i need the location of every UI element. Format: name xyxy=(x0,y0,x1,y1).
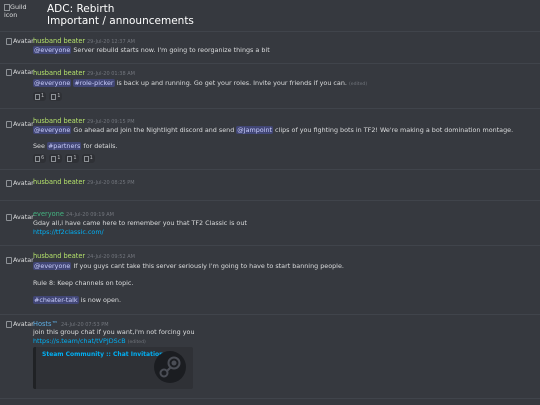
message-text: Go ahead and join the Nightlight discord… xyxy=(71,126,237,134)
message-divider xyxy=(0,63,540,64)
avatar-alt: Avatar xyxy=(13,37,34,45)
avatar-icon[interactable]: Avatar xyxy=(6,68,36,87)
channel-name: Important / announcements xyxy=(47,15,194,27)
message-divider xyxy=(0,245,540,246)
reaction-count: 6 xyxy=(41,155,45,162)
message-link[interactable]: https://s.team/chat/tVPJDScB xyxy=(33,337,126,345)
header-divider xyxy=(0,31,540,32)
avatar-alt: Avatar xyxy=(13,120,34,128)
reaction-emoji-icon xyxy=(35,93,40,100)
avatar-icon[interactable]: Avatar xyxy=(6,213,36,232)
reaction-count: 1 xyxy=(41,93,45,100)
timestamp: 24-Jul-20 09:19 AM xyxy=(66,212,114,218)
message-content: @everyone If you guys cant take this ser… xyxy=(33,262,344,271)
avatar-icon[interactable]: Avatar xyxy=(6,179,36,198)
mention[interactable]: @everyone xyxy=(33,79,72,87)
message-text: Server rebuild starts now. I'm going to … xyxy=(71,46,270,54)
message-content: Gday all,i have came here to remember yo… xyxy=(33,219,247,227)
avatar-icon[interactable]: Avatar xyxy=(6,120,36,139)
message-text: If you guys cant take this server seriou… xyxy=(71,262,344,270)
author-name[interactable]: husband beater xyxy=(33,252,85,261)
author-name[interactable]: husband beater xyxy=(33,178,85,187)
message-content: @everyone Server rebuild starts now. I'm… xyxy=(33,46,270,55)
author-name[interactable]: husband beater xyxy=(33,37,85,46)
message-content: join this group chat if you want,i'm not… xyxy=(33,328,195,336)
timestamp: 24-Jul-20 09:52 AM xyxy=(87,254,135,260)
author-name[interactable]: husband beater xyxy=(33,117,85,126)
timestamp: 29-Jul-20 01:38 AM xyxy=(87,71,135,77)
avatar-alt: Avatar xyxy=(13,213,34,221)
timestamp: 29-Jul-20 12:37 AM xyxy=(87,39,135,45)
guild-icon[interactable]: Guild icon xyxy=(4,3,38,24)
reaction-emoji-icon xyxy=(83,155,89,162)
reaction-count: 1 xyxy=(89,155,93,162)
message-content: https://s.team/chat/tVPJDScB (edited) xyxy=(33,337,146,346)
steam-logo-icon xyxy=(154,351,186,383)
author-name[interactable]: everyone xyxy=(33,210,64,219)
avatar-alt: Avatar xyxy=(13,179,34,187)
reaction-emoji-icon xyxy=(51,93,57,100)
avatar-icon[interactable]: Avatar xyxy=(6,37,36,56)
reaction[interactable]: 1 xyxy=(33,92,47,101)
avatar-icon[interactable]: Avatar xyxy=(6,256,36,275)
reactions: 6 1 1 1 xyxy=(33,154,95,163)
message-divider xyxy=(0,108,540,109)
user-mention[interactable]: @Jampoint xyxy=(236,126,274,134)
channel-mention[interactable]: #partners xyxy=(46,142,82,150)
message-divider xyxy=(0,398,540,399)
timestamp: 29-Jul-20 09:15 PM xyxy=(87,119,135,125)
reaction-count: 1 xyxy=(57,93,61,100)
reaction[interactable]: 1 xyxy=(81,154,95,163)
channel-mention[interactable]: #cheater-talk xyxy=(33,296,79,304)
reaction-emoji-icon xyxy=(51,155,57,162)
message-divider xyxy=(0,200,540,201)
message-text: is back up and running. Go get your role… xyxy=(114,79,347,87)
message-content: #cheater-talk is now open. xyxy=(33,296,121,305)
edited-label: (edited) xyxy=(127,340,146,345)
edited-label: (edited) xyxy=(348,82,368,87)
message-text: is now open. xyxy=(78,296,122,304)
message-text: See xyxy=(33,142,47,150)
reaction[interactable]: 1 xyxy=(49,154,63,163)
avatar-alt: Avatar xyxy=(13,68,34,76)
reaction-count: 1 xyxy=(73,155,77,162)
embed-title[interactable]: Steam Community :: Chat Invitation xyxy=(42,351,163,359)
mention[interactable]: @everyone xyxy=(33,262,72,270)
timestamp: 29-Jul-20 08:25 PM xyxy=(87,180,135,186)
message-divider xyxy=(0,314,540,315)
reactions: 1 1 xyxy=(33,92,63,101)
avatar-icon[interactable]: Avatar xyxy=(6,320,36,339)
author-name[interactable]: husband beater xyxy=(33,69,85,78)
message-divider xyxy=(0,169,540,170)
message-content: See #partners for details. xyxy=(33,142,118,151)
reaction-count: 1 xyxy=(57,155,61,162)
avatar-alt: Avatar xyxy=(13,256,34,264)
channel-header: Guild icon ADC: Rebirth Important / anno… xyxy=(0,0,540,32)
mention[interactable]: @everyone xyxy=(33,126,72,134)
channel-mention[interactable]: #role-picker xyxy=(73,79,115,87)
message-content: @everyone #role-picker is back up and ru… xyxy=(33,79,367,88)
mention[interactable]: @everyone xyxy=(33,46,72,54)
reaction[interactable]: 1 xyxy=(65,154,79,163)
message-content: Rule 8: Keep channels on topic. xyxy=(33,279,134,287)
link-embed[interactable]: Steam Community :: Chat Invitation xyxy=(33,347,193,389)
reaction-emoji-icon xyxy=(67,155,73,162)
message-link[interactable]: https://tf2classic.com/ xyxy=(33,228,104,237)
message-text: clips of you fighting bots in TF2! We're… xyxy=(273,126,514,134)
reaction-emoji-icon xyxy=(35,155,40,162)
avatar-alt: Avatar xyxy=(13,320,34,328)
message-content: @everyone Go ahead and join the Nightlig… xyxy=(33,126,513,135)
message-text: for details. xyxy=(81,142,118,150)
reaction[interactable]: 1 xyxy=(49,92,63,101)
reaction[interactable]: 6 xyxy=(33,154,47,163)
